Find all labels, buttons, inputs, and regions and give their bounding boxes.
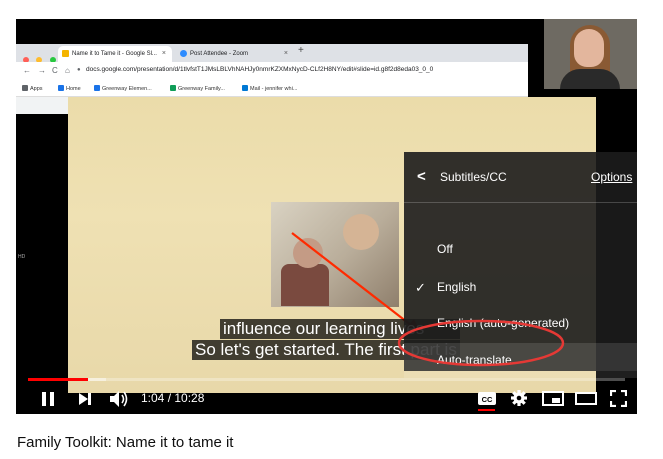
cc-active-indicator: [478, 409, 495, 411]
progress-played: [28, 378, 88, 381]
video-player[interactable]: Name it to Tame it - Google Sl... × Post…: [16, 19, 637, 414]
time-display: 1:04 / 10:28: [141, 391, 205, 405]
miniplayer-icon[interactable]: [542, 391, 564, 406]
next-icon[interactable]: [78, 392, 92, 406]
volume-icon[interactable]: [109, 390, 129, 408]
video-title: Family Toolkit: Name it to tame it: [17, 434, 234, 451]
cc-label: CC: [482, 395, 493, 404]
pause-icon[interactable]: [40, 391, 56, 407]
progress-bar[interactable]: [28, 378, 625, 381]
closed-captions-icon[interactable]: CC: [477, 391, 497, 406]
annotation-ellipse-icon: [397, 319, 565, 367]
fullscreen-icon[interactable]: [610, 390, 627, 407]
theater-mode-icon[interactable]: [575, 391, 597, 406]
settings-gear-icon[interactable]: [510, 389, 528, 407]
